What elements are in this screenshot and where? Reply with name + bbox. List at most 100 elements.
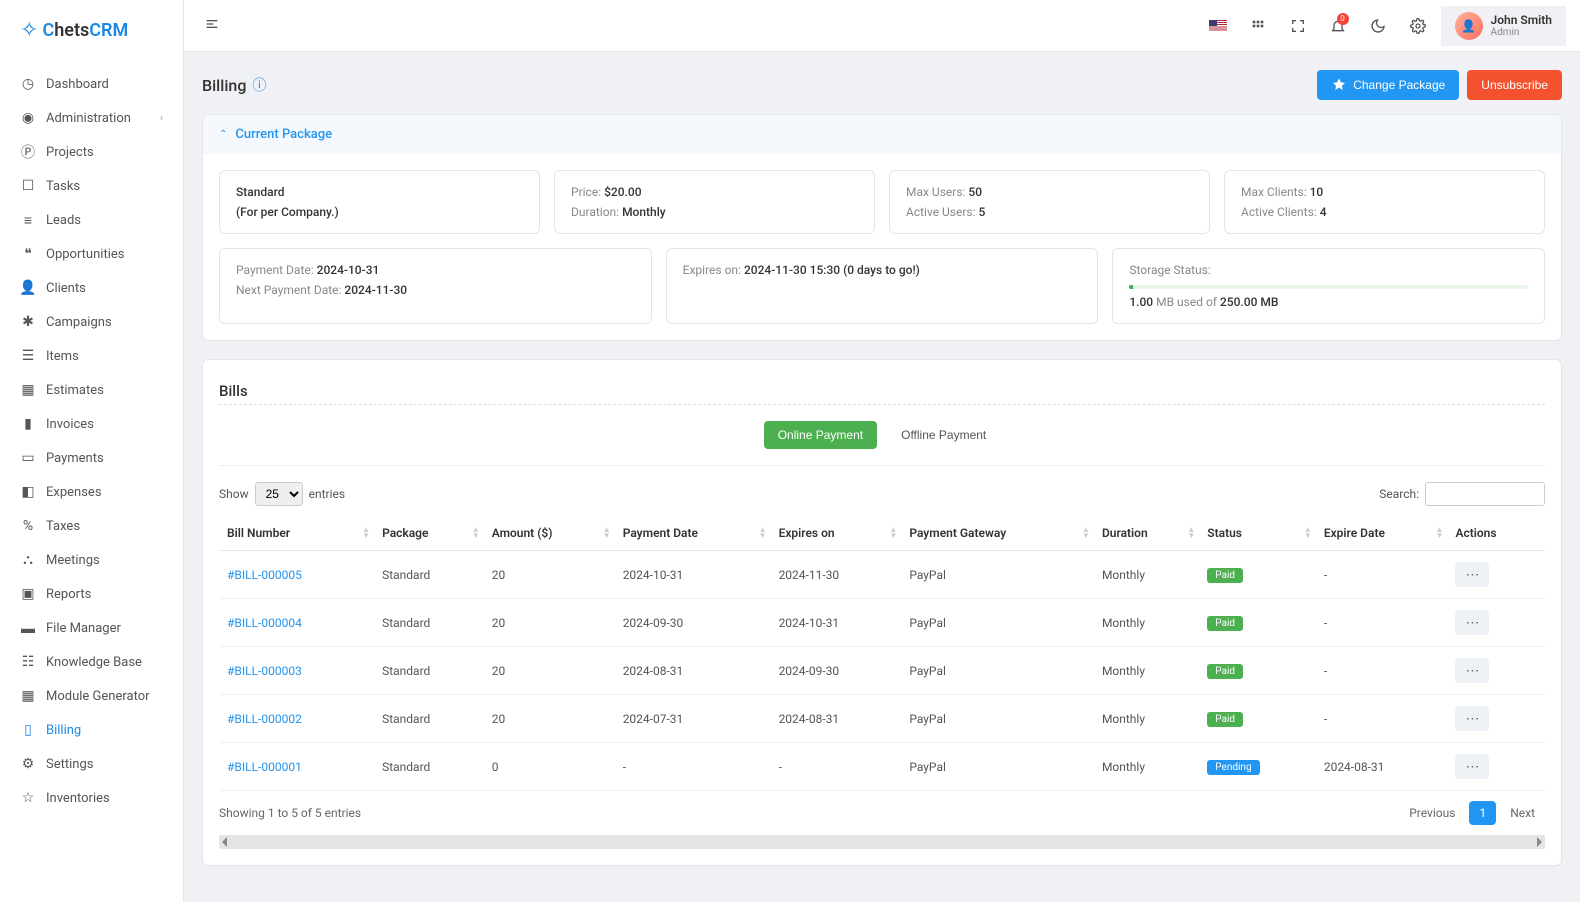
column-duration[interactable]: Duration▲▼: [1094, 516, 1199, 551]
bill-link[interactable]: #BILL-000003: [227, 664, 302, 678]
column-bill-number[interactable]: Bill Number▲▼: [219, 516, 374, 551]
users-card: Max Users: 50 Active Users: 5: [889, 170, 1210, 234]
sidebar-item-knowledge-base[interactable]: ☷Knowledge Base: [0, 645, 183, 679]
nav: ◷Dashboard◉Administration›ⓅProjects☐Task…: [0, 61, 183, 902]
settings-gear-icon[interactable]: [1401, 9, 1435, 43]
sidebar-item-label: Estimates: [46, 383, 104, 398]
status-badge: Pending: [1207, 760, 1259, 775]
sidebar-item-estimates[interactable]: ▦ Estimates: [0, 373, 183, 407]
sidebar-item-meetings[interactable]: ⛬ Meetings: [0, 543, 183, 577]
files-icon: ▬: [20, 620, 36, 636]
sidebar-item-label: Invoices: [46, 417, 94, 432]
row-actions-button[interactable]: ⋯: [1455, 658, 1489, 683]
status-badge: Paid: [1207, 664, 1243, 679]
page-title: Billing ⓘ: [202, 75, 266, 95]
sidebar-item-label: Meetings: [46, 553, 100, 568]
notification-badge: 0: [1337, 13, 1349, 25]
language-flag[interactable]: [1201, 9, 1235, 43]
sidebar-item-label: Campaigns: [46, 315, 112, 330]
page-1-button[interactable]: 1: [1469, 801, 1496, 825]
table-info: Showing 1 to 5 of 5 entries: [219, 806, 361, 820]
user-circle-icon: ◉: [20, 110, 36, 126]
bills-title: Bills: [219, 382, 1545, 400]
logo[interactable]: ✧ ChetsCRM: [0, 0, 183, 61]
task-icon: ☐: [20, 178, 36, 194]
table-row: #BILL-000005 Standard 20 2024-10-31 2024…: [219, 551, 1545, 599]
column-expire-date[interactable]: Expire Date▲▼: [1316, 516, 1448, 551]
sidebar-item-file-manager[interactable]: ▬File Manager: [0, 611, 183, 645]
module-icon: ▦: [20, 688, 36, 704]
change-package-button[interactable]: Change Package: [1317, 70, 1459, 100]
offline-payment-tab[interactable]: Offline Payment: [887, 421, 1000, 449]
table-row: #BILL-000004 Standard 20 2024-09-30 2024…: [219, 599, 1545, 647]
bill-link[interactable]: #BILL-000005: [227, 568, 302, 582]
sidebar-item-settings[interactable]: ⚙Settings: [0, 747, 183, 781]
bill-link[interactable]: #BILL-000001: [227, 760, 302, 774]
column-actions[interactable]: Actions: [1447, 516, 1545, 551]
unsubscribe-button[interactable]: Unsubscribe: [1467, 70, 1562, 100]
fullscreen-icon[interactable]: [1281, 9, 1315, 43]
sidebar-item-label: Expenses: [46, 485, 102, 500]
column-status[interactable]: Status▲▼: [1199, 516, 1316, 551]
next-button[interactable]: Next: [1500, 801, 1545, 825]
kb-icon: ☷: [20, 654, 36, 670]
sidebar-item-projects[interactable]: ⓅProjects: [0, 135, 183, 169]
sidebar-item-inventories[interactable]: ☆Inventories: [0, 781, 183, 815]
status-badge: Paid: [1207, 712, 1243, 727]
column-package[interactable]: Package▲▼: [374, 516, 484, 551]
sidebar-item-billing[interactable]: ▯Billing: [0, 713, 183, 747]
row-actions-button[interactable]: ⋯: [1455, 706, 1489, 731]
user-menu[interactable]: 👤 John Smith Admin: [1441, 6, 1566, 46]
row-actions-button[interactable]: ⋯: [1455, 754, 1489, 779]
sidebar-item-reports[interactable]: ▣Reports: [0, 577, 183, 611]
logo-text: ChetsCRM: [42, 20, 128, 41]
sidebar-item-label: Module Generator: [46, 689, 150, 704]
status-badge: Paid: [1207, 616, 1243, 631]
row-actions-button[interactable]: ⋯: [1455, 562, 1489, 587]
column-payment-date[interactable]: Payment Date▲▼: [615, 516, 771, 551]
price-card: Price: $20.00 Duration: Monthly: [554, 170, 875, 234]
apps-grid-icon[interactable]: [1241, 9, 1275, 43]
dashboard-icon: ◷: [20, 76, 36, 92]
sidebar-item-administration[interactable]: ◉Administration›: [0, 101, 183, 135]
prev-button[interactable]: Previous: [1399, 801, 1465, 825]
page-size-select[interactable]: 25: [255, 482, 303, 506]
sidebar-item-expenses[interactable]: ◧Expenses: [0, 475, 183, 509]
status-badge: Paid: [1207, 568, 1243, 583]
sidebar-item-campaigns[interactable]: ✱Campaigns: [0, 305, 183, 339]
column-expires-on[interactable]: Expires on▲▼: [771, 516, 902, 551]
sidebar-item-tasks[interactable]: ☐Tasks: [0, 169, 183, 203]
flag-us-icon: [1209, 20, 1227, 32]
expires-card: Expires on: 2024-11-30 15:30 (0 days to …: [666, 248, 1099, 324]
column-payment-gateway[interactable]: Payment Gateway▲▼: [901, 516, 1094, 551]
panel-toggle[interactable]: ⌃ Current Package: [203, 115, 1561, 154]
bill-link[interactable]: #BILL-000004: [227, 616, 302, 630]
online-payment-tab[interactable]: Online Payment: [764, 421, 877, 449]
bill-link[interactable]: #BILL-000002: [227, 712, 302, 726]
estimates-icon: ▦: [20, 382, 36, 398]
column-amount-[interactable]: Amount ($)▲▼: [484, 516, 615, 551]
project-icon: Ⓟ: [20, 144, 36, 160]
horizontal-scrollbar[interactable]: [219, 835, 1545, 849]
payments-icon: ▭: [20, 450, 36, 466]
sidebar-item-invoices[interactable]: ▮Invoices: [0, 407, 183, 441]
sidebar-item-payments[interactable]: ▭Payments: [0, 441, 183, 475]
search-input[interactable]: [1425, 482, 1545, 506]
sidebar-item-opportunities[interactable]: ❝Opportunities: [0, 237, 183, 271]
dark-mode-toggle[interactable]: [1361, 9, 1395, 43]
row-actions-button[interactable]: ⋯: [1455, 610, 1489, 635]
menu-toggle-button[interactable]: [198, 10, 226, 42]
clients-icon: 👤: [20, 280, 36, 296]
table-row: #BILL-000003 Standard 20 2024-08-31 2024…: [219, 647, 1545, 695]
sidebar-item-taxes[interactable]: %Taxes: [0, 509, 183, 543]
sidebar-item-dashboard[interactable]: ◷Dashboard: [0, 67, 183, 101]
sidebar-item-items[interactable]: ☰Items: [0, 339, 183, 373]
info-icon[interactable]: ⓘ: [252, 75, 266, 95]
chevron-right-icon: ›: [160, 113, 163, 124]
sidebar-item-leads[interactable]: ≡Leads: [0, 203, 183, 237]
bills-panel: Bills Online Payment Offline Payment Sho…: [202, 359, 1562, 866]
notifications-button[interactable]: 0: [1321, 9, 1355, 43]
sidebar-item-clients[interactable]: 👤Clients: [0, 271, 183, 305]
sidebar-item-module-generator[interactable]: ▦ Module Generator: [0, 679, 183, 713]
meetings-icon: ⛬: [20, 552, 36, 568]
